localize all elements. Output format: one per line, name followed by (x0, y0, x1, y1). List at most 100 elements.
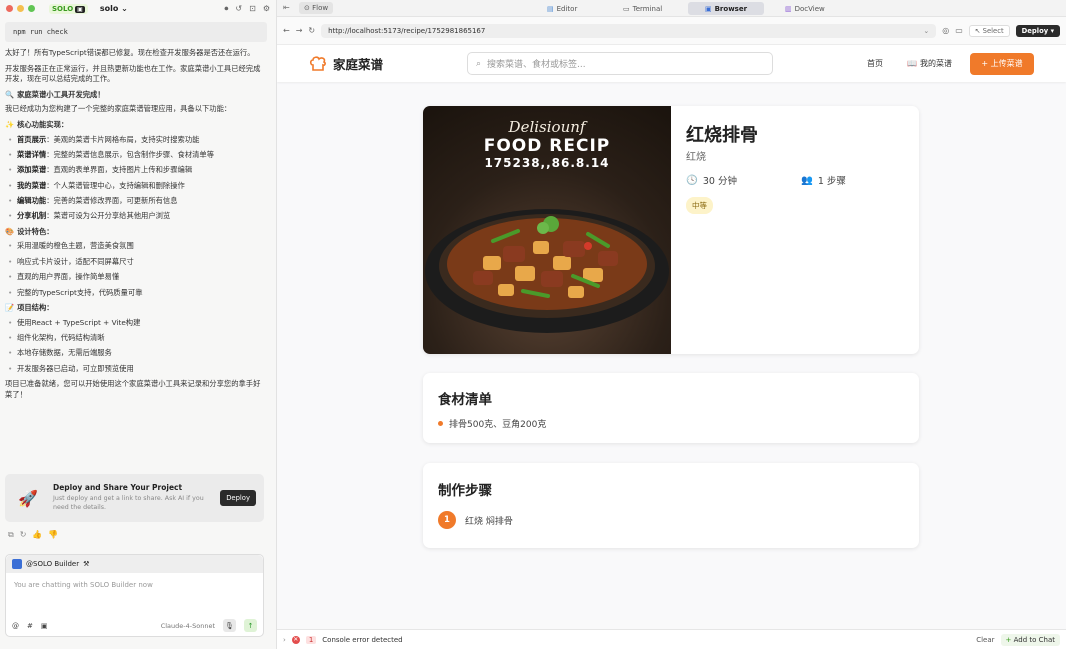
minimize-window-dot[interactable] (17, 5, 24, 12)
message-actions: ⧉ ↻ 👍 👎 (8, 530, 58, 540)
image-icon[interactable]: ▣ (41, 622, 48, 630)
site-logo[interactable]: 家庭菜谱 (309, 54, 383, 73)
clear-button[interactable]: Clear (976, 636, 994, 644)
section-heading: 🎨 设计特色： (5, 227, 267, 238)
code-block: npm run check (5, 22, 267, 43)
list-item: 完整的TypeScript支持，代码质量可靠 (5, 288, 267, 299)
deploy-label: Deploy (1021, 26, 1049, 35)
send-button[interactable]: ↑ (244, 619, 257, 632)
tab-flow[interactable]: ⊙ Flow (299, 2, 334, 14)
steps-card: 制作步骤 1 红烧 焖排骨 (423, 463, 919, 548)
browser-icon: ▣ (704, 4, 712, 13)
reload-icon[interactable]: ↻ (308, 26, 315, 35)
agent-avatar (12, 559, 22, 569)
tab-label: Terminal (632, 4, 663, 13)
chevron-down-icon[interactable]: ⌄ (923, 27, 929, 35)
microphone-icon[interactable]: 🎙 (223, 619, 236, 632)
chat-messages: npm run check 太好了！所有TypeScript错误都已修复。现在检… (5, 22, 267, 405)
docview-icon: ▥ (785, 4, 792, 13)
target-icon[interactable]: ◎ (942, 26, 949, 35)
step-number: 1 (438, 511, 456, 529)
nav-my-recipes[interactable]: 📖 我的菜谱 (907, 58, 952, 69)
recipe-category: 红烧 (686, 152, 706, 163)
agent-header: @SOLO Builder ⚒ (6, 555, 263, 573)
list-item: 直观的用户界面，操作简单易懂 (5, 272, 267, 283)
settings-icon[interactable]: ⚙ (263, 4, 270, 14)
console-message[interactable]: Console error detected (322, 636, 402, 644)
device-icon[interactable]: ▭ (955, 26, 963, 35)
hash-icon[interactable]: # (27, 622, 33, 630)
input-footer: @ # ▣ Claude-4-Sonnet 🎙 ↑ (12, 619, 257, 632)
maximize-window-dot[interactable] (28, 5, 35, 12)
list-item: 本地存储数据，无需后端服务 (5, 348, 267, 359)
thumbs-up-icon[interactable]: 👍 (32, 530, 42, 540)
ingredients-card: 食材清单 排骨500克、豆角200克 (423, 373, 919, 443)
item-bold: 添加菜谱 (17, 165, 47, 175)
magnifier-icon: 🔍 (5, 89, 15, 99)
select-button[interactable]: ↖ Select (968, 24, 1010, 37)
deploy-card-title: Deploy and Share Your Project (53, 483, 183, 493)
chevron-down-icon: ▾ (1050, 26, 1054, 35)
brand-name: 家庭菜谱 (333, 57, 384, 72)
chevron-right-icon[interactable]: › (283, 636, 286, 644)
item-text: ：美观的菜谱卡片网格布局，支持实时搜索功能 (46, 134, 200, 144)
browser-panel: ⇤ ⊙ Flow ▤ Editor ▭ Terminal ▣ Browser ▥ Doc… (277, 0, 1066, 649)
message-text: 项目已准备就绪，您可以开始使用这个家庭菜谱小工具来记录和分享您的拿手好菜了！ (5, 379, 261, 399)
users-icon: 👥 (801, 174, 813, 186)
chat-input[interactable]: You are chatting with SOLO Builder now (6, 573, 263, 597)
deploy-card-button[interactable]: Deploy (220, 490, 256, 506)
tab-terminal[interactable]: ▭ Terminal (615, 2, 670, 15)
deploy-button[interactable]: Deploy ▾ (1015, 24, 1060, 37)
app-name: SOLO (52, 4, 74, 13)
step-text: 红烧 焖排骨 (465, 516, 513, 527)
copy-icon[interactable]: ⧉ (8, 530, 14, 540)
console-bar: › ✕ 1 Console error detected Clear + Add… (277, 629, 1066, 649)
search-placeholder: 搜索菜谱、食材或标签... (487, 60, 586, 70)
history-icon[interactable]: ↺ (235, 4, 242, 14)
flow-icon: ⊙ (304, 4, 310, 12)
recipe-title: 红烧排骨 (686, 125, 758, 146)
close-window-dot[interactable] (6, 5, 13, 12)
tab-browser[interactable]: ▣ Browser (688, 2, 764, 15)
ingredient-text: 排骨500克、豆角200克 (449, 420, 547, 430)
add-to-chat-button[interactable]: + Add to Chat (1000, 633, 1060, 646)
collapse-sidebar-icon[interactable]: ⇤ (283, 3, 290, 12)
search-input[interactable]: ⌕ 搜索菜谱、食材或标签... (467, 52, 773, 75)
memo-icon: 📝 (5, 302, 15, 312)
back-icon[interactable]: ← (283, 26, 290, 35)
message-text: 开发服务器正在正常运行，并且热更新功能也在工作。家庭菜谱小工具已经完成开发，现在… (5, 63, 261, 84)
ingredient-item: 排骨500克、豆角200克 (438, 417, 546, 430)
tab-editor[interactable]: ▤ Editor (539, 2, 585, 15)
deploy-card-text: Deploy and Share Your Project Just deplo… (53, 483, 220, 513)
item-text: ：完整的菜谱信息展示，包含制作步骤、食材清单等 (46, 149, 215, 159)
nav-home[interactable]: 首页 (867, 58, 883, 69)
solo-badge: SOLO ▣ (49, 3, 88, 14)
retry-icon[interactable]: ↻ (20, 530, 27, 540)
chat-topbar: SOLO ▣ solo ⌄ ⏺ ↺ ⊡ ⚙ (0, 0, 276, 17)
list-item: 开发服务器已启动，可立即预览使用 (5, 364, 267, 375)
model-selector[interactable]: Claude-4-Sonnet (161, 622, 215, 630)
list-item: 我的菜谱：个人菜谱管理中心，支持编辑和删除操作 (5, 181, 267, 192)
design-list: 采用温暖的橙色主题，营造美食氛围 响应式卡片设计，适配不同屏幕尺寸 直观的用户界… (5, 241, 267, 298)
clock-icon: 🕓 (686, 174, 698, 186)
item-text: ：个人菜谱管理中心，支持编辑和删除操作 (46, 180, 185, 190)
select-label: Select (982, 26, 1004, 35)
thumbs-down-icon[interactable]: 👎 (48, 530, 58, 540)
editor-icon: ▤ (547, 4, 554, 13)
nav-label: 我的菜谱 (919, 59, 952, 68)
tab-label: Flow (312, 4, 329, 12)
item-bold: 菜谱详情 (17, 149, 47, 159)
rocket-icon: 🚀 (18, 488, 38, 508)
workspace-selector[interactable]: solo ⌄ (100, 4, 128, 13)
forward-icon[interactable]: → (296, 26, 303, 35)
new-chat-icon[interactable]: ⊡ (249, 4, 256, 14)
site-header: 家庭菜谱 ⌕ 搜索菜谱、食材或标签... 首页 📖 我的菜谱 + 上传菜谱 (277, 45, 1066, 82)
heading-text: 家庭菜谱小工具开发完成！ (17, 89, 105, 99)
mention-icon[interactable]: @ (12, 622, 19, 630)
item-bold: 我的菜谱 (17, 180, 47, 190)
upload-recipe-button[interactable]: + 上传菜谱 (970, 52, 1034, 75)
tab-docview[interactable]: ▥ DocView (777, 2, 833, 15)
url-input[interactable]: http://localhost:5173/recipe/17529818651… (321, 23, 937, 38)
palette-icon: 🎨 (5, 226, 15, 236)
video-icon[interactable]: ⏺ (224, 4, 228, 14)
